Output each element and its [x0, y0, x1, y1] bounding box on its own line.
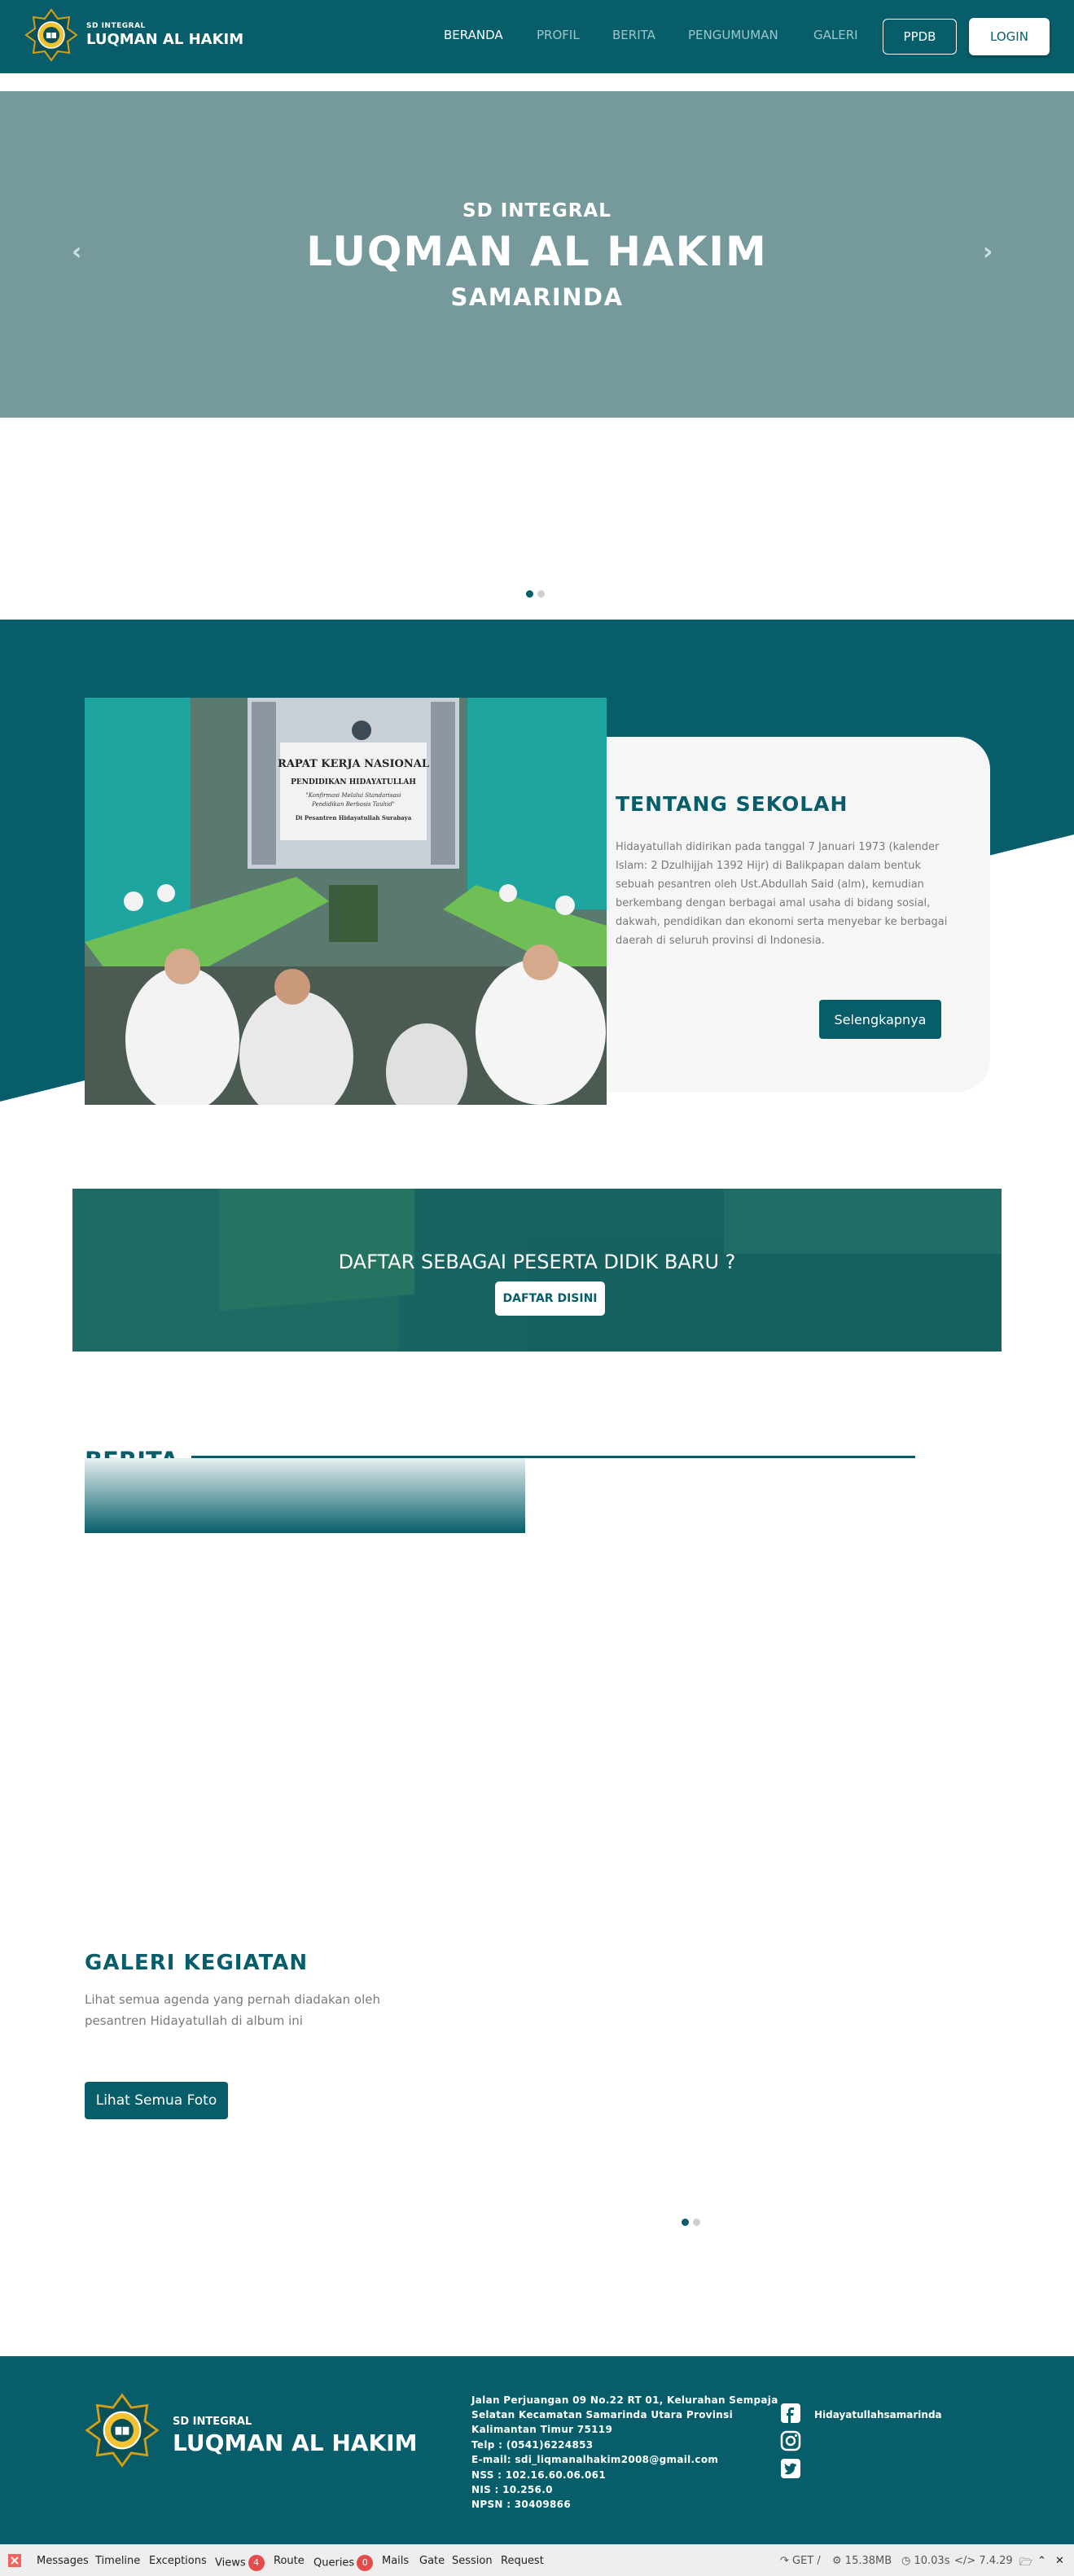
debugbar-tab-messages[interactable]: Messages — [37, 2555, 89, 2567]
selengkapnya-button[interactable]: Selengkapnya — [819, 1000, 941, 1039]
footer-phone: Telp : (0541)6224853 — [471, 2439, 594, 2451]
footer-address-line: Kalimantan Timur 75119 — [471, 2424, 613, 2435]
hero-subtitle: SD INTEGRAL — [462, 200, 612, 221]
carousel-dot-1[interactable] — [526, 590, 533, 598]
footer-address-line: Selatan Kecamatan Samarinda Utara Provin… — [471, 2409, 733, 2420]
footer-npsn: NPSN : 30409866 — [471, 2499, 571, 2510]
photo-banner-line-5: Di Pesantren Hidayatullah Surabaya — [296, 814, 412, 821]
debugbar-tab-views[interactable]: Views 4 — [215, 2555, 265, 2571]
php-version-text: 7.4.29 — [979, 2555, 1013, 2567]
hero-city: SAMARINDA — [450, 283, 624, 311]
chevron-up-icon[interactable]: ⌃ — [1037, 2555, 1046, 2567]
debugbar-request-method: ↷ GET / — [780, 2555, 821, 2567]
photo-banner-line-4: Pendidikan Berbasis Tauhid" — [311, 801, 395, 808]
ppdb-button[interactable]: PPDB — [883, 19, 957, 55]
brand-name[interactable]: LUQMAN AL HAKIM — [86, 31, 243, 48]
hero-carousel: SD INTEGRAL LUQMAN AL HAKIM SAMARINDA ‹ … — [0, 91, 1074, 418]
hero-title: LUQMAN AL HAKIM — [306, 228, 768, 275]
request-method-text: GET / — [792, 2555, 821, 2567]
footer: SD INTEGRAL LUQMAN AL HAKIM Jalan Perjua… — [0, 2356, 1074, 2544]
nav-link-pengumuman[interactable]: PENGUMUMAN — [688, 28, 778, 42]
memory-text: 15.38MB — [844, 2555, 892, 2567]
folder-open-icon[interactable]: 🗁 — [1019, 2555, 1032, 2573]
debugbar-tab-request[interactable]: Request — [501, 2555, 544, 2567]
debugbar-tab-exceptions[interactable]: Exceptions — [149, 2555, 207, 2567]
debugbar-tab-label: Views — [215, 2556, 246, 2569]
footer-school-logo — [85, 2393, 160, 2468]
about-title: TENTANG SEKOLAH — [616, 792, 848, 816]
nav-link-galeri[interactable]: GALERI — [813, 28, 858, 42]
navbar: SD INTEGRAL LUQMAN AL HAKIM BERANDA PROF… — [0, 0, 1074, 73]
photo-banner-line-3: "Konfirmasi Melalui Standarisasi — [306, 792, 401, 799]
laravel-icon[interactable] — [7, 2552, 23, 2569]
photo-banner-line-1: RAPAT KERJA NASIONAL — [278, 758, 429, 770]
facebook-icon[interactable] — [780, 2403, 801, 2424]
debugbar-tab-gate[interactable]: Gate — [419, 2555, 445, 2567]
footer-address-line: Jalan Perjuangan 09 No.22 RT 01, Kelurah… — [471, 2394, 778, 2406]
brand-small-label: SD INTEGRAL — [86, 22, 146, 30]
galeri-text: Lihat semua agenda yang pernah diadakan … — [85, 1992, 380, 2028]
galeri-dot-1[interactable] — [682, 2219, 689, 2226]
twitter-icon[interactable] — [780, 2458, 801, 2479]
ppdb-cta-banner: DAFTAR SEBAGAI PESERTA DIDIK BARU ? DAFT… — [72, 1189, 1002, 1352]
carousel-dot-2[interactable] — [537, 590, 545, 598]
footer-brand-name: LUQMAN AL HAKIM — [173, 2429, 418, 2456]
about-section: RAPAT KERJA NASIONAL PENDIDIKAN HIDAYATU… — [0, 620, 1074, 1108]
debugbar-tab-queries[interactable]: Queries 0 — [313, 2555, 374, 2571]
footer-brand-small: SD INTEGRAL — [173, 2416, 252, 2428]
login-button[interactable]: LOGIN — [969, 18, 1050, 55]
debugbar-tab-route[interactable]: Route — [274, 2555, 305, 2567]
debugbar-memory: ⚙ 15.38MB — [832, 2555, 892, 2567]
close-icon[interactable]: ✕ — [1055, 2555, 1064, 2567]
debug-bar: Messages Timeline Exceptions Views 4 Rout… — [0, 2544, 1074, 2576]
nav-link-beranda[interactable]: BERANDA — [444, 28, 503, 42]
daftar-disini-button[interactable]: DAFTAR DISINI — [495, 1281, 605, 1316]
debugbar-tab-timeline[interactable]: Timeline — [95, 2555, 140, 2567]
queries-count-badge: 0 — [357, 2555, 374, 2571]
views-count-badge: 4 — [248, 2555, 265, 2571]
chevron-left-icon[interactable]: ‹ — [72, 238, 81, 266]
debugbar-tab-session[interactable]: Session — [452, 2555, 493, 2567]
photo-banner-line-2: PENDIDIKAN HIDAYATULLAH — [291, 778, 416, 786]
facebook-handle[interactable]: Hidayatullahsamarinda — [814, 2409, 942, 2420]
hero-carousel-indicators — [526, 590, 545, 598]
debugbar-tab-label: Queries — [313, 2556, 355, 2569]
page: SD INTEGRAL LUQMAN AL HAKIM BERANDA PROF… — [0, 0, 1074, 2576]
galeri-title: GALERI KEGIATAN — [85, 1951, 309, 1975]
debugbar-tab-mails[interactable]: Mails — [382, 2555, 409, 2567]
nav-link-profil[interactable]: PROFIL — [537, 28, 580, 42]
galeri-carousel-indicators — [682, 2219, 700, 2226]
about-text: Hidayatullah didirikan pada tanggal 7 Ja… — [616, 841, 948, 947]
footer-email[interactable]: E-mail: sdi_liqmanalhakim2008@gmail.com — [471, 2454, 718, 2465]
footer-nss: NSS : 102.16.60.06.061 — [471, 2469, 606, 2481]
debugbar-php-version: </> 7.4.29 — [954, 2555, 1013, 2567]
instagram-icon[interactable] — [780, 2430, 801, 2451]
galeri-dot-2[interactable] — [693, 2219, 700, 2226]
chevron-right-icon[interactable]: › — [983, 238, 993, 266]
nav-link-berita[interactable]: BERITA — [612, 28, 655, 42]
about-photo: RAPAT KERJA NASIONAL PENDIDIKAN HIDAYATU… — [85, 698, 607, 1105]
lihat-semua-foto-button[interactable]: Lihat Semua Foto — [85, 2082, 228, 2119]
footer-nis: NIS : 10.256.0 — [471, 2484, 553, 2495]
cta-text: DAFTAR SEBAGAI PESERTA DIDIK BARU ? — [338, 1251, 736, 1273]
berita-card[interactable] — [85, 1458, 525, 1533]
school-logo[interactable] — [24, 8, 78, 62]
debugbar-time: ◷ 10.03s — [901, 2555, 950, 2567]
time-text: 10.03s — [914, 2555, 950, 2567]
